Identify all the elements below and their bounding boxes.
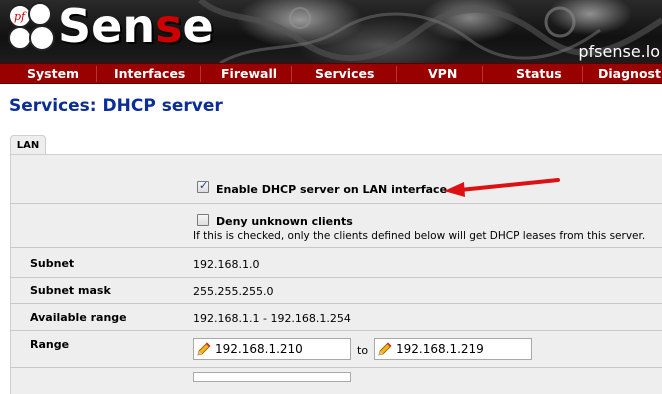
deny-unknown-checkbox[interactable]: [197, 214, 209, 226]
range-label: Range: [30, 338, 70, 351]
pencil-icon: [378, 342, 392, 356]
brand-part-3: e: [182, 0, 214, 53]
enable-dhcp-label: Enable DHCP server on LAN interface: [216, 183, 448, 196]
nav-vpn[interactable]: VPN: [428, 64, 457, 83]
page-title: Services: DHCP server: [9, 96, 223, 116]
nav-separator: [96, 66, 97, 82]
pfsense-logo-icon: pf: [8, 2, 55, 51]
available-range-value: 192.168.1.1 - 192.168.1.254: [193, 312, 351, 325]
row-divider: [10, 203, 662, 204]
red-arrow-icon: [444, 178, 560, 197]
tab-lan[interactable]: LAN: [10, 135, 46, 155]
row-divider: [10, 367, 662, 368]
range-from-value: 192.168.1.210: [215, 342, 303, 356]
available-range-label: Available range: [30, 311, 127, 324]
row-divider: [10, 303, 662, 304]
row-divider: [10, 330, 662, 331]
nav-separator: [582, 66, 583, 82]
range-to-value: 192.168.1.219: [396, 342, 484, 356]
enable-dhcp-checkbox[interactable]: ✓: [197, 179, 209, 193]
subnet-mask-label: Subnet mask: [30, 284, 111, 297]
nav-system[interactable]: System: [27, 64, 79, 83]
brand-part-1: Sen: [58, 0, 156, 53]
nav-interfaces[interactable]: Interfaces: [114, 64, 185, 83]
subnet-label: Subnet: [30, 257, 75, 270]
nav-firewall[interactable]: Firewall: [221, 64, 277, 83]
nav-diagnostics[interactable]: Diagnostic: [598, 64, 662, 83]
brand-name: Sense: [58, 0, 214, 54]
next-field-input[interactable]: [193, 372, 351, 382]
nav-separator: [291, 66, 292, 82]
header-banner: pf Sense pfsense.lo: [0, 0, 662, 63]
subnet-value: 192.168.1.0: [193, 258, 260, 271]
range-to-label: to: [357, 344, 369, 357]
range-from-input[interactable]: 192.168.1.210: [193, 338, 351, 360]
nav-status[interactable]: Status: [516, 64, 562, 83]
nav-separator: [396, 66, 397, 82]
nav-services[interactable]: Services: [315, 64, 374, 83]
pencil-icon: [197, 342, 211, 356]
main-nav: System Interfaces Firewall Services VPN …: [0, 63, 662, 84]
nav-separator: [200, 66, 201, 82]
deny-unknown-help: If this is checked, only the clients def…: [193, 230, 646, 242]
hostname: pfsense.lo: [578, 42, 660, 61]
logo-prefix: pf: [14, 10, 27, 23]
brand-part-2: s: [155, 0, 183, 53]
checkmark-icon: ✓: [199, 179, 209, 192]
row-divider: [10, 247, 662, 248]
range-to-input[interactable]: 192.168.1.219: [374, 338, 532, 360]
deny-unknown-label: Deny unknown clients: [216, 215, 353, 228]
subnet-mask-value: 255.255.255.0: [193, 285, 274, 298]
nav-separator: [482, 66, 483, 82]
row-divider: [10, 277, 662, 278]
